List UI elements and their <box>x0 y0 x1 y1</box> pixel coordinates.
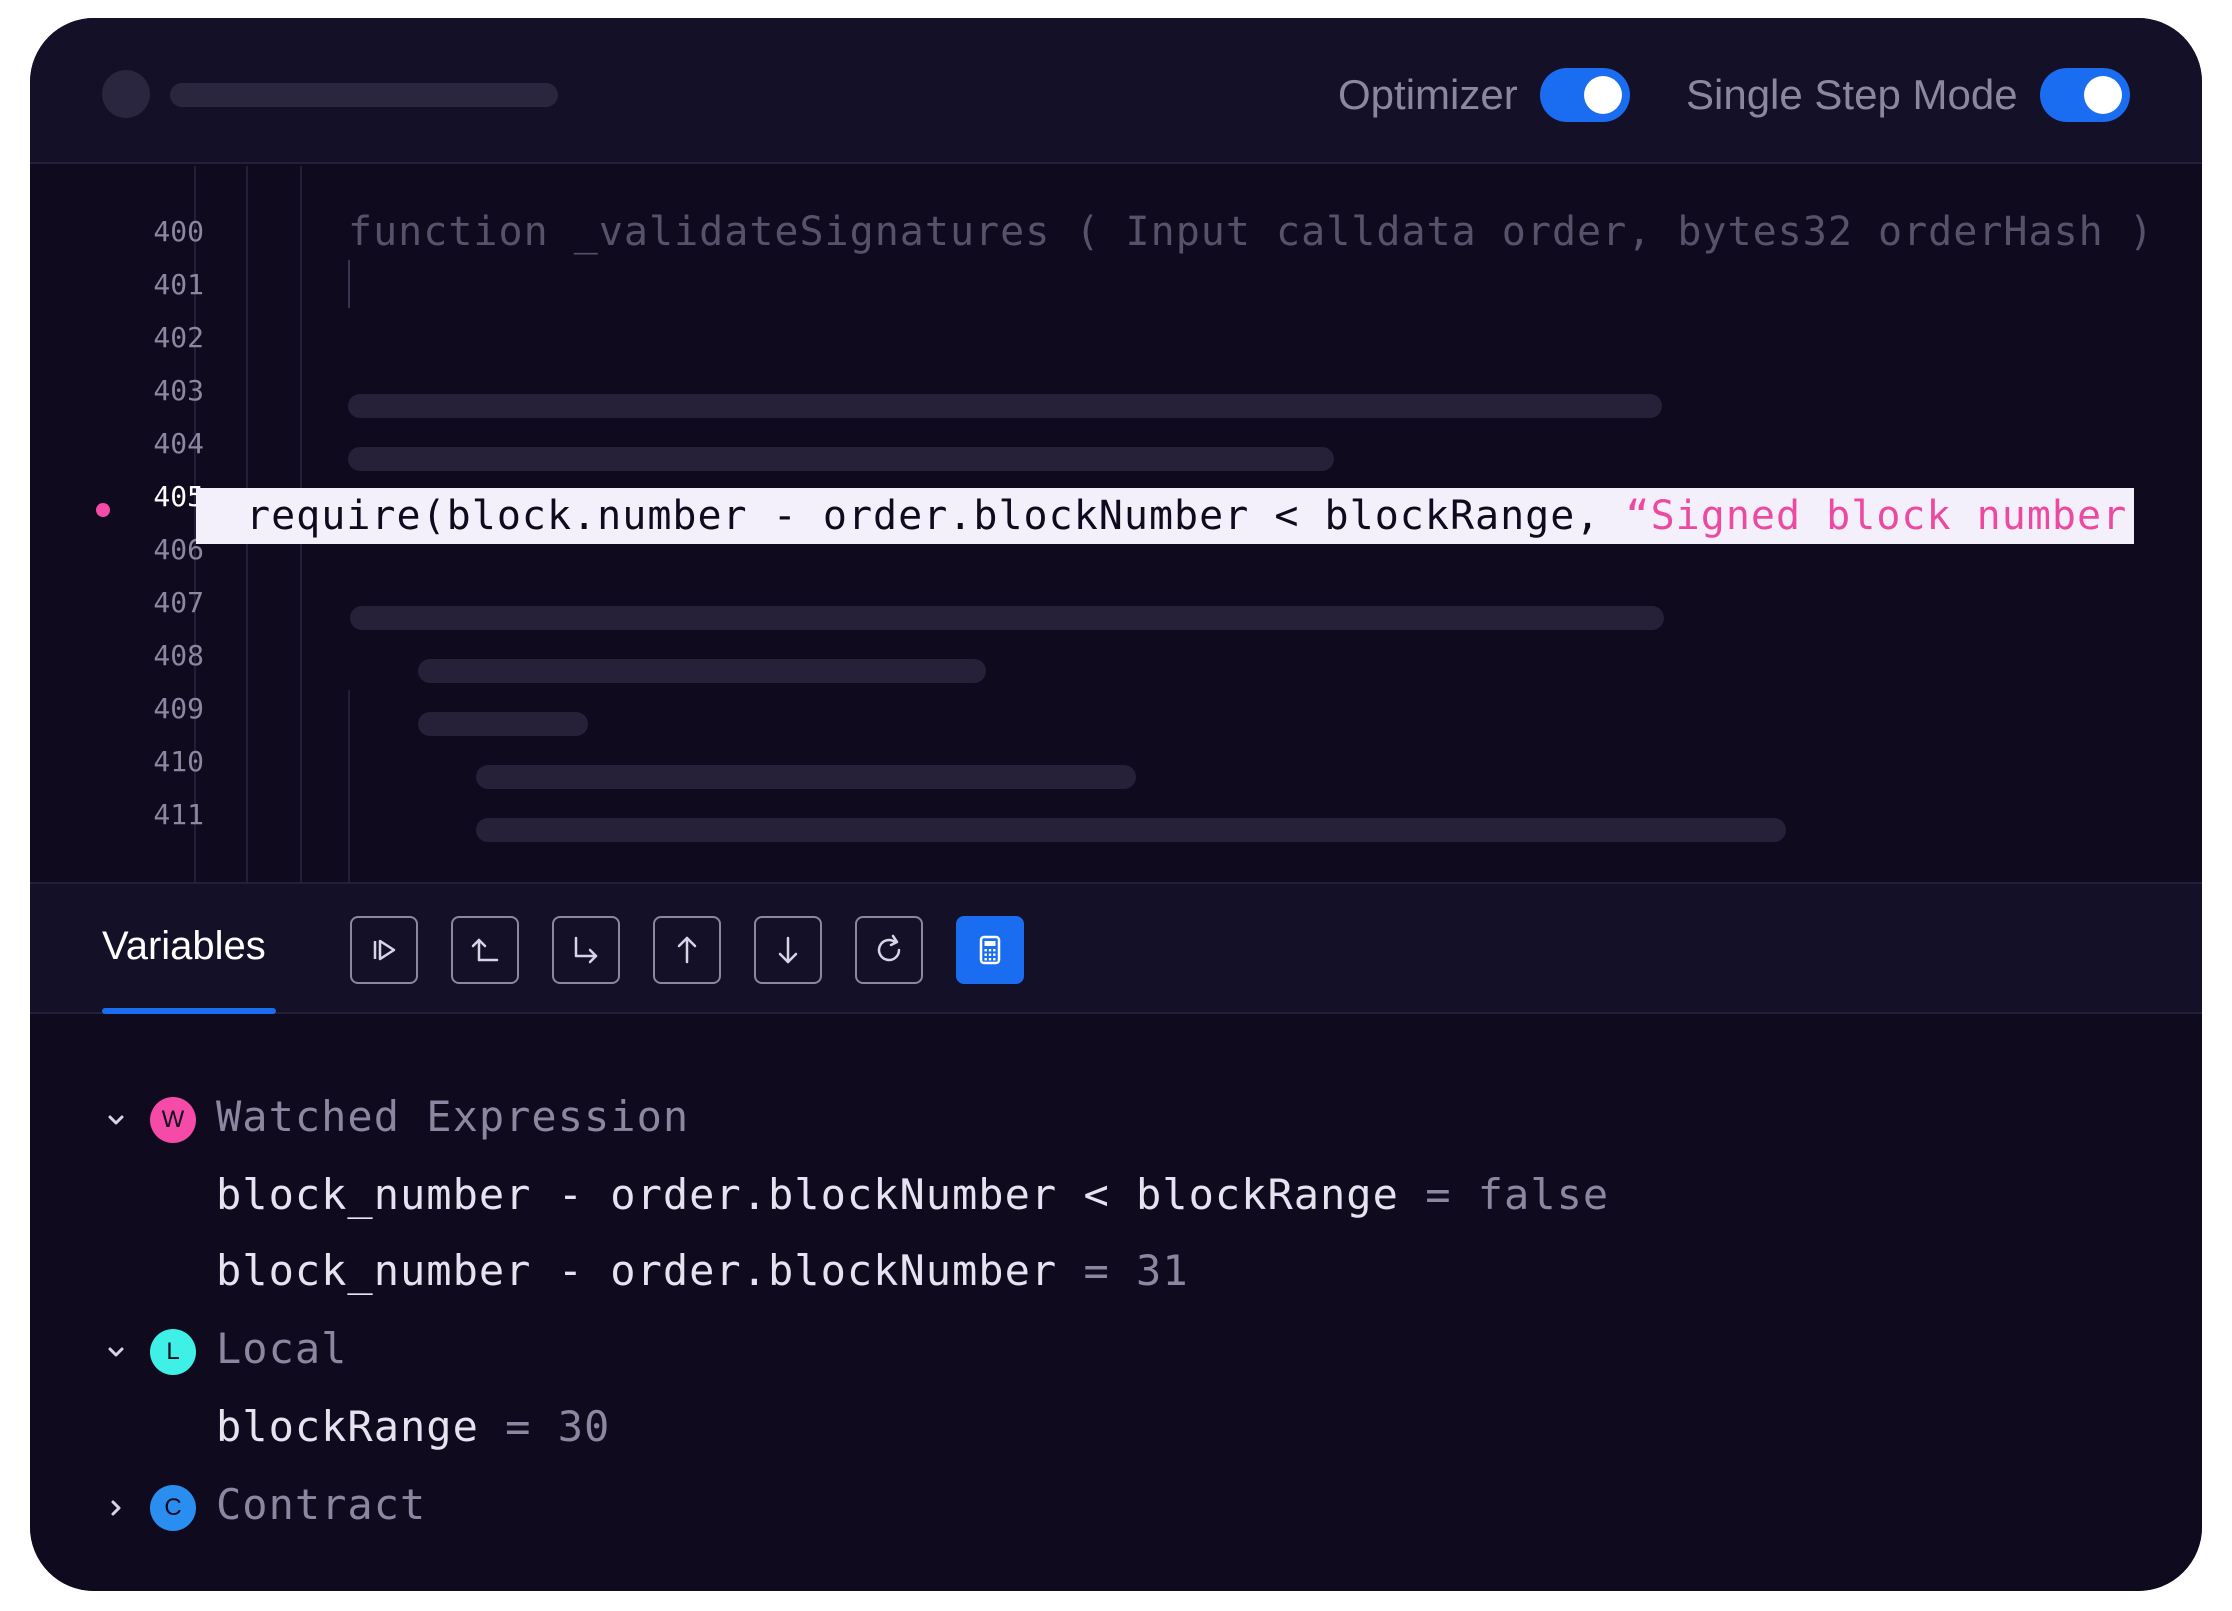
line-number: 409 <box>153 692 204 725</box>
line-number: 408 <box>153 639 204 672</box>
equals-sign: = <box>1425 1170 1478 1219</box>
optimizer-toggle-group: Optimizer <box>1338 68 1630 122</box>
line-number: 401 <box>153 268 204 301</box>
code-placeholder <box>348 447 1334 471</box>
line-number: 411 <box>153 798 204 831</box>
single-step-toggle[interactable] <box>2039 68 2130 122</box>
code-placeholder <box>350 606 1664 630</box>
watched-badge: W <box>150 1097 196 1143</box>
variable-value: false <box>1477 1170 1610 1219</box>
title-placeholder <box>170 83 558 107</box>
group-contract[interactable]: Contract <box>216 1480 426 1529</box>
calculator-button[interactable] <box>956 916 1024 984</box>
optimizer-toggle[interactable] <box>1539 68 1630 122</box>
continue-icon <box>373 939 396 961</box>
code-editor: 400 401 402 403 404 405 406 407 408 409 … <box>30 166 2202 882</box>
group-local[interactable]: Local <box>216 1324 347 1373</box>
variable-expression: block_number - order.blockNumber < block… <box>216 1170 1399 1219</box>
debug-toolbar: Variables <box>30 882 2202 1014</box>
contract-badge: C <box>150 1485 196 1531</box>
calculator-icon <box>979 935 1001 965</box>
equals-sign: = <box>1083 1246 1137 1295</box>
step-back-icon <box>471 938 499 962</box>
variables-panel: W Watched Expression block_number - orde… <box>30 1016 2202 1591</box>
code-placeholder <box>418 712 588 736</box>
code-placeholder <box>348 394 1662 418</box>
variable-value: 31 <box>1136 1246 1189 1295</box>
indent-guide <box>348 690 350 882</box>
line-number: 403 <box>153 374 204 407</box>
variable-expression: block_number - order.blockNumber <box>216 1246 1058 1295</box>
chevron-down-icon[interactable] <box>102 1106 130 1134</box>
arrow-up-icon <box>677 936 697 964</box>
step-over-icon <box>574 936 598 964</box>
arrow-down-icon <box>778 936 798 964</box>
equals-sign: = <box>505 1402 558 1451</box>
error-string: “Signed block number <box>1625 493 2128 539</box>
current-line-code: require(block.number - order.blockNumber… <box>246 488 2127 544</box>
window-dot <box>102 70 150 118</box>
require-call: require(block.number - order.blockNumber… <box>246 493 1626 539</box>
variable-row[interactable]: block_number - order.blockNumber < block… <box>216 1170 1609 1219</box>
current-line-highlight: require(block.number - order.blockNumber… <box>196 488 2134 544</box>
debugger-window: Optimizer Single Step Mode 400 401 402 4… <box>30 18 2202 1591</box>
optimizer-label: Optimizer <box>1338 71 1518 118</box>
variable-value: 30 <box>557 1402 611 1451</box>
single-step-label: Single Step Mode <box>1686 71 2018 118</box>
chevron-right-icon[interactable] <box>102 1494 130 1522</box>
active-tab-indicator <box>102 1008 276 1014</box>
line-number: 402 <box>153 321 204 354</box>
local-badge: L <box>150 1329 196 1375</box>
group-watched-expression[interactable]: Watched Expression <box>216 1092 689 1141</box>
variable-row[interactable]: block_number - order.blockNumber = 31 <box>216 1246 1189 1295</box>
code-placeholder <box>476 818 1786 842</box>
line-number: 406 <box>153 533 204 566</box>
toggle-knob <box>2083 76 2122 114</box>
restart-button[interactable] <box>855 916 923 984</box>
single-step-toggle-group: Single Step Mode <box>1686 68 2130 122</box>
line-number: 410 <box>153 745 204 778</box>
code-placeholder <box>418 659 986 683</box>
text-cursor <box>348 260 350 308</box>
step-into-button[interactable] <box>754 916 822 984</box>
step-back-button[interactable] <box>451 916 519 984</box>
restart-icon <box>877 934 901 962</box>
line-number: 404 <box>153 427 204 460</box>
variable-expression: blockRange <box>216 1402 479 1451</box>
toggle-knob <box>1583 76 1622 114</box>
line-number: 407 <box>153 586 204 619</box>
tab-variables[interactable]: Variables <box>102 924 266 969</box>
breakpoint-dot[interactable] <box>96 503 110 517</box>
step-over-button[interactable] <box>552 916 620 984</box>
header-bar: Optimizer Single Step Mode <box>30 18 2202 164</box>
function-signature: function _validateSignatures ( Input cal… <box>348 209 2154 255</box>
continue-button[interactable] <box>350 916 418 984</box>
step-out-button[interactable] <box>653 916 721 984</box>
line-number: 400 <box>153 215 204 248</box>
variable-row[interactable]: blockRange = 30 <box>216 1402 610 1451</box>
code-placeholder <box>476 765 1136 789</box>
chevron-down-icon[interactable] <box>102 1338 130 1366</box>
